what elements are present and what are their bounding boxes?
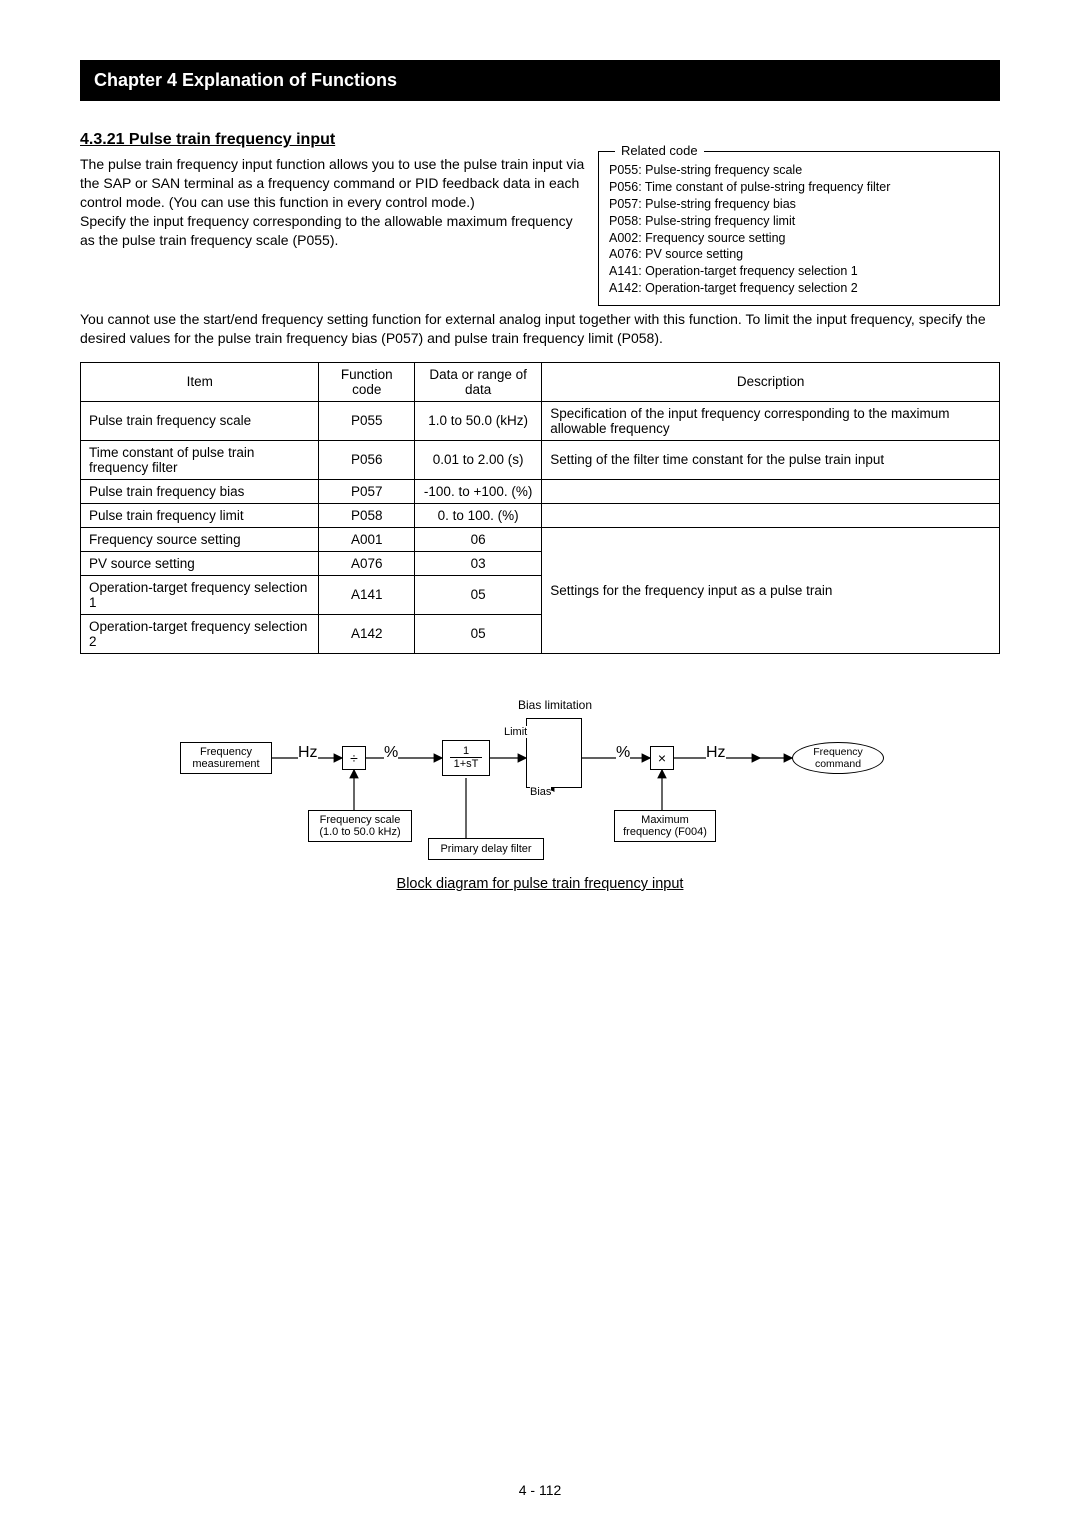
filter-denominator: 1+sT (454, 758, 479, 770)
cell-item: PV source setting (81, 551, 319, 575)
related-item: P055: Pulse-string frequency scale (609, 162, 989, 179)
cell-item: Operation-target frequency selection 1 (81, 575, 319, 614)
intro-text: The pulse train frequency input function… (80, 155, 590, 249)
page: Chapter 4 Explanation of Functions 4.3.2… (0, 0, 1080, 1528)
bias-limitation-label: Bias limitation (518, 698, 592, 712)
cell-code: P058 (319, 503, 415, 527)
related-item: A002: Frequency source setting (609, 230, 989, 247)
cell-desc: Specification of the input frequency cor… (542, 401, 1000, 440)
filter-numerator: 1 (450, 745, 482, 758)
related-code-legend: Related code (615, 142, 704, 160)
cell-item: Frequency source setting (81, 527, 319, 551)
cell-item: Operation-target frequency selection 2 (81, 614, 319, 653)
related-item: A141: Operation-target frequency selecti… (609, 263, 989, 280)
related-item: A076: PV source setting (609, 246, 989, 263)
after-paragraph: You cannot use the start/end frequency s… (80, 310, 1000, 348)
cell-item: Pulse train frequency limit (81, 503, 319, 527)
cell-code: A076 (319, 551, 415, 575)
hz-label-1: Hz (298, 744, 318, 762)
cell-desc (542, 503, 1000, 527)
intro-para-2: Specify the input frequency correspondin… (80, 212, 590, 250)
limit-label: Limit (504, 726, 527, 738)
th-desc: Description (542, 362, 1000, 401)
frequency-command-ellipse: Frequency command (792, 742, 884, 774)
block-diagram: Bias limitation Limit Bias Frequency mea… (160, 688, 920, 868)
chapter-bar: Chapter 4 Explanation of Functions (80, 60, 1000, 101)
cell-range: 1.0 to 50.0 (kHz) (415, 401, 542, 440)
table-row: Pulse train frequency scale P055 1.0 to … (81, 401, 1000, 440)
table-row: Pulse train frequency bias P057 -100. to… (81, 479, 1000, 503)
related-item: P058: Pulse-string frequency limit (609, 213, 989, 230)
filter-box: 1 1+sT (442, 740, 490, 776)
intro-para-1: The pulse train frequency input function… (80, 155, 590, 212)
block-diagram-wrap: Bias limitation Limit Bias Frequency mea… (80, 688, 1000, 892)
th-code: Function code (319, 362, 415, 401)
cell-range: -100. to +100. (%) (415, 479, 542, 503)
cell-range: 0. to 100. (%) (415, 503, 542, 527)
cell-item: Time constant of pulse train frequency f… (81, 440, 319, 479)
cell-code: P056 (319, 440, 415, 479)
bias-limitation-box (526, 718, 582, 788)
percent-label-1: % (384, 744, 398, 762)
cell-desc (542, 479, 1000, 503)
bias-label: Bias (530, 786, 551, 798)
table-row: Frequency source setting A001 06 Setting… (81, 527, 1000, 551)
cell-desc: Setting of the filter time constant for … (542, 440, 1000, 479)
section-title: 4.3.21 Pulse train frequency input (80, 131, 1000, 149)
hz-label-2: Hz (706, 744, 726, 762)
multiply-box: × (650, 746, 674, 770)
cell-range: 05 (415, 575, 542, 614)
related-item: A142: Operation-target frequency selecti… (609, 280, 989, 297)
th-range: Data or range of data (415, 362, 542, 401)
table-row: Pulse train frequency limit P058 0. to 1… (81, 503, 1000, 527)
diagram-caption: Block diagram for pulse train frequency … (80, 876, 1000, 892)
cell-range: 05 (415, 614, 542, 653)
cell-code: P057 (319, 479, 415, 503)
frequency-scale-box: Frequency scale (1.0 to 50.0 kHz) (308, 810, 412, 842)
cell-code: A001 (319, 527, 415, 551)
cell-code: P055 (319, 401, 415, 440)
cell-item: Pulse train frequency bias (81, 479, 319, 503)
intro-row: The pulse train frequency input function… (80, 155, 1000, 306)
frequency-measurement-box: Frequency measurement (180, 742, 272, 774)
cell-code: A142 (319, 614, 415, 653)
divide-box: ÷ (342, 746, 366, 770)
spec-table: Item Function code Data or range of data… (80, 362, 1000, 654)
table-row: Time constant of pulse train frequency f… (81, 440, 1000, 479)
cell-range: 06 (415, 527, 542, 551)
primary-delay-filter-box: Primary delay filter (428, 838, 544, 860)
cell-code: A141 (319, 575, 415, 614)
cell-desc-merged: Settings for the frequency input as a pu… (542, 527, 1000, 653)
maximum-frequency-box: Maximum frequency (F004) (614, 810, 716, 842)
th-item: Item (81, 362, 319, 401)
related-code-box: Related code P055: Pulse-string frequenc… (598, 151, 1000, 306)
cell-range: 03 (415, 551, 542, 575)
cell-range: 0.01 to 2.00 (s) (415, 440, 542, 479)
percent-label-2: % (616, 744, 630, 762)
related-item: P056: Time constant of pulse-string freq… (609, 179, 989, 196)
related-item: P057: Pulse-string frequency bias (609, 196, 989, 213)
cell-item: Pulse train frequency scale (81, 401, 319, 440)
page-number: 4 - 112 (0, 1482, 1080, 1498)
